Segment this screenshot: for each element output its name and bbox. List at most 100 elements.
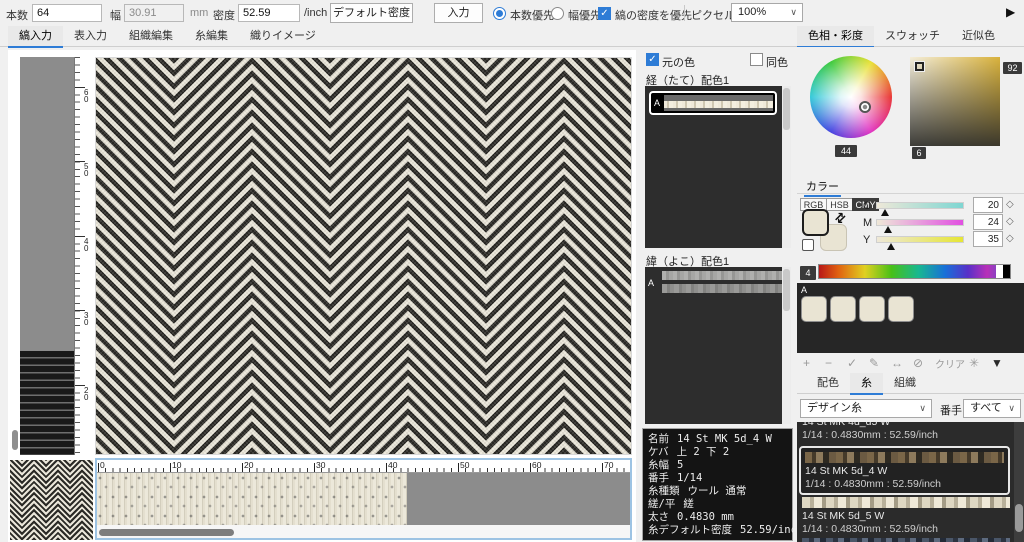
white-cell[interactable] [996,265,1003,278]
slider-thumb[interactable] [884,226,892,233]
current-color-swatch[interactable] [802,209,829,236]
density-input[interactable] [238,4,300,22]
tab-織りイメージ[interactable]: 織りイメージ [239,26,327,47]
swap-icon[interactable]: ↔ [891,356,903,370]
slider-value-input[interactable]: 20 [973,197,1003,213]
width-label: 幅 [110,7,121,23]
weave-design-app: { "colors": { "accent":"#2e7cd6", "patte… [0,0,1024,542]
ruler-label: 20 [84,387,88,401]
count-input[interactable] [32,4,102,22]
ruler-major-tick [386,463,387,472]
remove-icon[interactable]: − [825,356,832,370]
ruler-major-tick [314,463,315,472]
weft-yarn-texture[interactable] [662,284,784,293]
ruler-major-tick [602,463,603,472]
prohibit-icon[interactable]: ⊘ [913,356,923,370]
density-unit-label: /inch [304,7,327,19]
expand-arrow-icon[interactable]: ▶ [1006,5,1015,19]
slider-row-M: M24◇ [863,216,1023,232]
warp-list-scrollbar[interactable] [782,86,791,248]
stripe-density-checkbox[interactable]: ✓ [598,7,611,20]
tab-表入力[interactable]: 表入力 [63,26,118,47]
black-cell[interactable] [1003,265,1010,278]
yarn-name: 14 St MK 5d_5 W [802,510,1010,523]
sv-marker[interactable] [915,62,924,71]
warp-yarn-row-selected[interactable]: A [649,91,777,115]
ruler-label: 30 [316,460,325,470]
section-divider [797,193,1024,194]
tab-組織[interactable]: 組織 [883,373,927,394]
yarn-name: 14 St MK 5d_4 W [805,465,1004,478]
width-priority-radio[interactable] [551,7,564,20]
yarn-info-value: ウール 通常 [688,485,747,498]
yarn-info-line: 糸デフォルト密度52.59/inch [648,524,787,537]
yarn-item[interactable]: 14 St MK 5d_5 W1/14 : 0.4830mm : 52.59/i… [802,497,1010,536]
weave-thumbnail[interactable] [10,460,93,540]
saturation-value-box[interactable] [910,57,1000,146]
slider-track-C[interactable] [876,202,964,209]
strip-scrollbar-thumb[interactable] [99,529,234,536]
slider-thumb[interactable] [881,209,889,216]
slider-track-Y[interactable] [876,236,964,243]
ruler-label: 40 [84,238,88,252]
weft-yarn-texture[interactable] [662,271,784,280]
palette-swatch[interactable] [830,296,856,322]
yarn-item[interactable] [802,538,1010,542]
tab-糸[interactable]: 糸 [850,373,883,394]
yarn-category-select[interactable]: デザイン糸 ∨ [800,399,932,418]
tab-近似色[interactable]: 近似色 [951,26,1006,47]
hue-wheel[interactable] [810,56,892,138]
input-button[interactable]: 入力 [434,3,483,23]
yarn-item-selected[interactable]: 14 St MK 5d_4 W1/14 : 0.4830mm : 52.59/i… [799,446,1010,495]
palette-swatch[interactable] [801,296,827,322]
spectrum-bar[interactable] [818,264,1011,279]
fabric-preview[interactable] [95,57,632,455]
weft-list-scrollbar[interactable] [782,267,791,424]
apply-icon[interactable]: ✓ [847,356,857,370]
original-color-checkbox[interactable]: ✓ [646,53,659,66]
pixel-zoom-select[interactable]: 100% ∨ [731,3,803,22]
warp-stripe-section[interactable] [20,351,74,455]
yarn-count-select[interactable]: すべて ∨ [963,399,1021,418]
tab-色相・彩度[interactable]: 色相・彩度 [797,26,874,47]
toolbar-separator [684,5,685,21]
more-icon[interactable]: ▼ [991,356,1003,370]
warp-bar-scrollbar[interactable] [12,430,18,450]
slider-value-input[interactable]: 35 [973,231,1003,247]
yarn-info-label: ケバ [648,446,669,459]
warp-color-bar[interactable] [20,57,74,455]
palette-actions: + − ✓ ✎ ↔ ⊘ クリア ✳ ▼ [797,353,1024,373]
ruler-major-tick [458,463,459,472]
original-color-label: 元の色 [662,54,695,70]
add-icon[interactable]: + [803,356,810,370]
tab-配色[interactable]: 配色 [806,373,850,394]
stripe-strip-texture[interactable] [97,473,407,525]
tab-組織編集[interactable]: 組織編集 [118,26,184,47]
tab-縞入力[interactable]: 縞入力 [8,26,63,47]
yarn-info-value: 52.59/inch [740,524,803,537]
default-density-button[interactable]: デフォルト密度 [330,3,413,23]
tab-スウォッチ[interactable]: スウォッチ [874,26,951,47]
yarn-info-value: 上 2 下 2 [677,446,730,459]
slider-value-input[interactable]: 24 [973,214,1003,230]
reset-color-swatch[interactable] [802,239,814,251]
asterisk-icon[interactable]: ✳ [969,356,979,370]
yarn-list-scrollbar[interactable] [1014,422,1024,542]
same-color-checkbox[interactable] [750,53,763,66]
ruler-label: 30 [84,312,88,326]
clear-icon[interactable]: クリア [935,356,965,371]
hue-wheel-marker[interactable] [859,101,871,113]
palette-swatch[interactable] [888,296,914,322]
palette-swatch[interactable] [859,296,885,322]
slider-thumb[interactable] [887,243,895,250]
slider-spinner[interactable]: ◇ [1006,199,1014,210]
edit-icon[interactable]: ✎ [869,356,879,370]
slider-spinner[interactable]: ◇ [1006,233,1014,244]
yarn-item[interactable]: 14 St MK 4d_d5 W1/14 : 0.4830mm : 52.59/… [802,422,1010,442]
strip-scrollbar[interactable] [97,528,630,537]
slider-track-M[interactable] [876,219,964,226]
count-priority-radio[interactable] [493,7,506,20]
stripe-strip[interactable] [97,473,630,525]
tab-糸編集[interactable]: 糸編集 [184,26,239,47]
slider-spinner[interactable]: ◇ [1006,216,1014,227]
